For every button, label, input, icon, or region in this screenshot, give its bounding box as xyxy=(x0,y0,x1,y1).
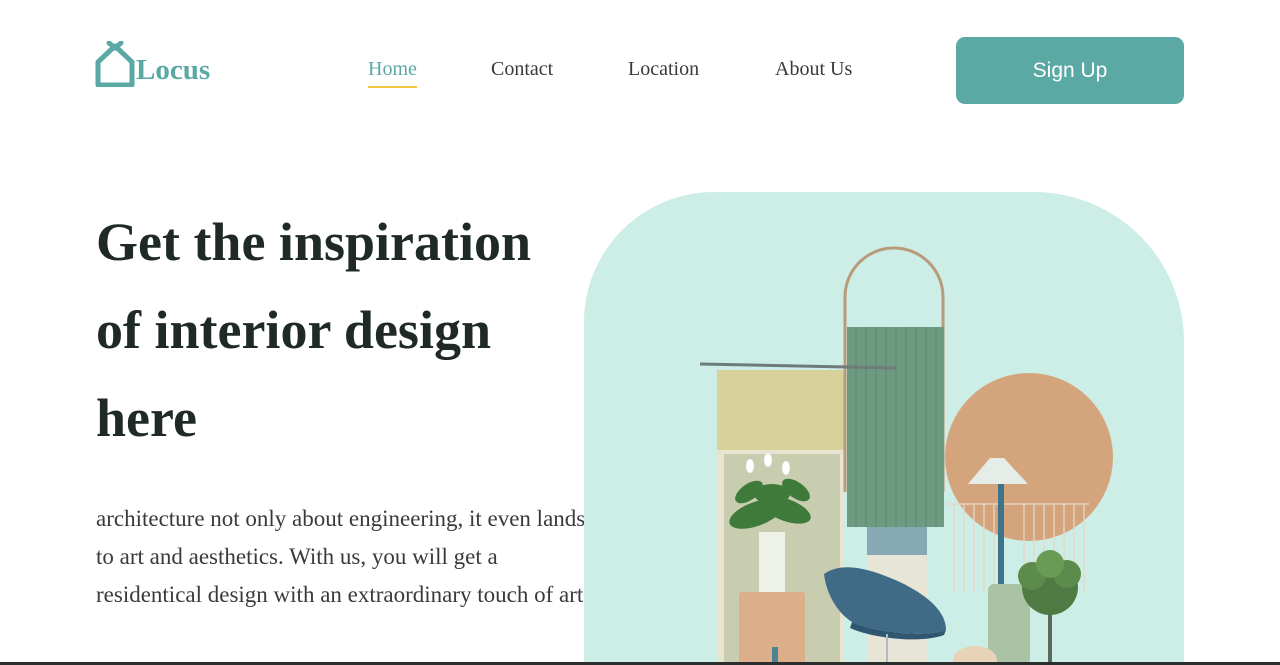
decor-panel xyxy=(717,370,845,450)
hero-image xyxy=(584,192,1184,665)
decor-circle xyxy=(945,373,1113,541)
house-icon xyxy=(95,41,135,87)
nav-item-about-us[interactable]: About Us xyxy=(775,58,852,81)
hero-description: architecture not only about engineering,… xyxy=(96,506,590,607)
nav-item-contact[interactable]: Contact xyxy=(491,58,553,81)
lamp-stand xyxy=(998,484,1004,594)
hero-title-line: Get the inspiration xyxy=(96,212,532,272)
hero-title: Get the inspiration of interior design h… xyxy=(96,198,596,462)
plant-vase xyxy=(759,532,785,592)
decor-column-ring xyxy=(867,527,927,555)
interior-illustration xyxy=(699,246,1113,665)
brand-logo[interactable]: Locus xyxy=(95,41,210,87)
nav-item-location[interactable]: Location xyxy=(628,58,699,81)
tree-trunk xyxy=(1048,612,1052,665)
nav-item-location-label: Location xyxy=(628,58,700,80)
sign-up-button[interactable]: Sign Up xyxy=(956,37,1184,104)
hero-title-line: here xyxy=(96,388,197,448)
hero-title-line: of interior design xyxy=(96,300,491,360)
nav-item-about-us-label: About Us xyxy=(775,58,853,80)
active-nav-underline xyxy=(368,86,417,88)
brand-name: Locus xyxy=(136,54,211,86)
nav-item-home-label: Home xyxy=(368,58,417,80)
nav-item-home[interactable]: Home xyxy=(368,58,417,88)
nav-item-contact-label: Contact xyxy=(491,58,554,80)
